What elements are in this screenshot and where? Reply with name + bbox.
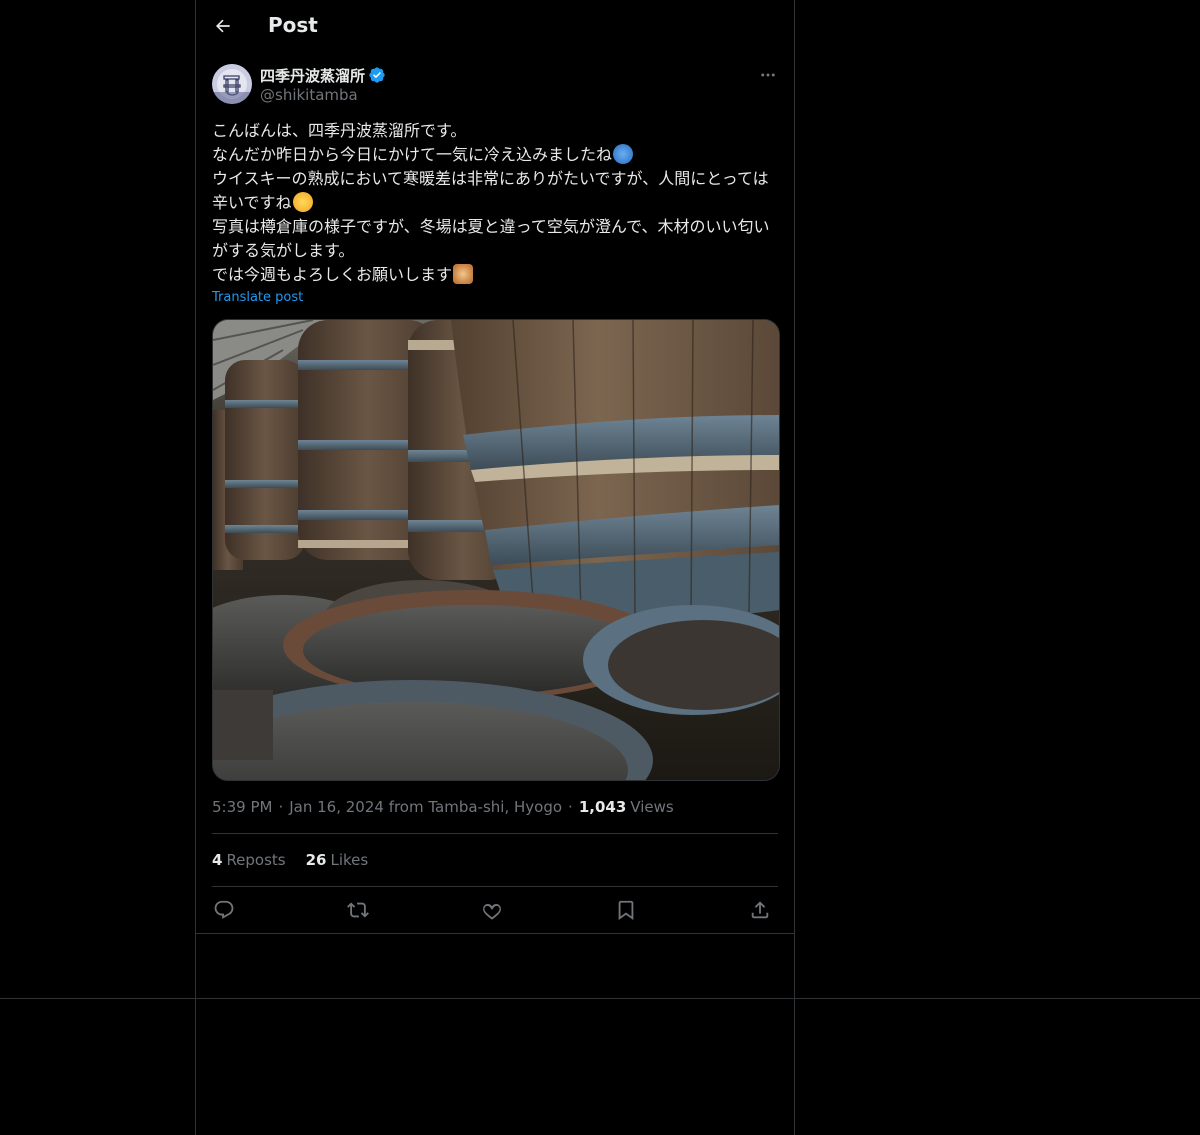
reposts-label: Reposts bbox=[226, 851, 286, 869]
post-meta: 5:39 PM · Jan 16, 2024 from Tamba-shi, H… bbox=[212, 797, 674, 817]
cold-face-emoji-icon bbox=[613, 144, 634, 164]
page: Post 四季丹波蒸溜所 @shikitamba こんばんは、四季丹波蒸溜所です… bbox=[0, 0, 1200, 1135]
repost-icon bbox=[347, 902, 369, 918]
back-button[interactable] bbox=[206, 9, 240, 43]
reply-icon bbox=[214, 900, 234, 919]
post-text: こんばんは、四季丹波蒸溜所です。 なんだか昨日から今日にかけて一気に冷え込みまし… bbox=[212, 119, 778, 287]
reposts-stat[interactable]: 4 Reposts bbox=[212, 851, 286, 869]
avatar[interactable] bbox=[212, 64, 252, 104]
sweat-smile-emoji-icon bbox=[292, 192, 313, 212]
more-options-button[interactable] bbox=[754, 64, 782, 86]
likes-count: 26 bbox=[305, 851, 327, 869]
share-button[interactable] bbox=[748, 898, 772, 922]
post-line: ウイスキーの熟成において寒暖差は非常にありがたいですが、人間にとっては辛いですね bbox=[212, 169, 769, 212]
author-handle[interactable]: @shikitamba bbox=[260, 86, 358, 104]
reposts-count: 4 bbox=[212, 851, 223, 869]
divider bbox=[196, 933, 794, 934]
likes-stat[interactable]: 26 Likes bbox=[306, 851, 369, 869]
reply-button[interactable] bbox=[212, 898, 236, 922]
divider bbox=[212, 833, 778, 834]
separator: · bbox=[568, 798, 573, 816]
views-count: 1,043 bbox=[578, 798, 627, 816]
heart-icon bbox=[483, 904, 501, 920]
like-button[interactable] bbox=[480, 898, 504, 922]
verified-badge-icon bbox=[368, 66, 386, 84]
likes-label: Likes bbox=[330, 851, 369, 869]
views-label: Views bbox=[630, 798, 674, 816]
more-horizontal-icon bbox=[761, 73, 775, 77]
repost-button[interactable] bbox=[346, 898, 370, 922]
author-name[interactable]: 四季丹波蒸溜所 bbox=[260, 65, 365, 86]
post-stats: 4 Reposts 26 Likes bbox=[212, 850, 388, 870]
post-line: 写真は樽倉庫の様子ですが、冬場は夏と違って空気が澄んで、木材のいい匂いがする気が… bbox=[212, 217, 770, 260]
post-photo[interactable] bbox=[212, 319, 780, 781]
post-actions bbox=[212, 894, 778, 926]
post-date-location[interactable]: Jan 16, 2024 from Tamba-shi, Hyogo bbox=[289, 798, 562, 816]
post-line: では今週もよろしくお願いします bbox=[212, 263, 778, 287]
arrow-left-icon bbox=[216, 19, 230, 33]
bookmark-icon bbox=[618, 900, 634, 921]
translate-post-link[interactable]: Translate post bbox=[212, 290, 303, 305]
share-icon bbox=[751, 901, 769, 919]
post-column: Post 四季丹波蒸溜所 @shikitamba こんばんは、四季丹波蒸溜所です… bbox=[195, 0, 795, 1135]
header: Post bbox=[196, 0, 794, 53]
whisky-barrels-photo-icon bbox=[213, 320, 779, 780]
divider bbox=[212, 886, 778, 887]
post-line: こんばんは、四季丹波蒸溜所です。 bbox=[212, 121, 467, 140]
page-title: Post bbox=[268, 13, 318, 37]
post-time[interactable]: 5:39 PM bbox=[212, 798, 272, 816]
bookmark-button[interactable] bbox=[614, 898, 638, 922]
author-name-row: 四季丹波蒸溜所 bbox=[260, 64, 386, 86]
separator: · bbox=[278, 798, 284, 816]
person-bowing-emoji-icon bbox=[453, 264, 474, 284]
avatar-logo-icon bbox=[212, 64, 252, 104]
post-line: なんだか昨日から今日にかけて一気に冷え込みましたね bbox=[212, 143, 778, 167]
